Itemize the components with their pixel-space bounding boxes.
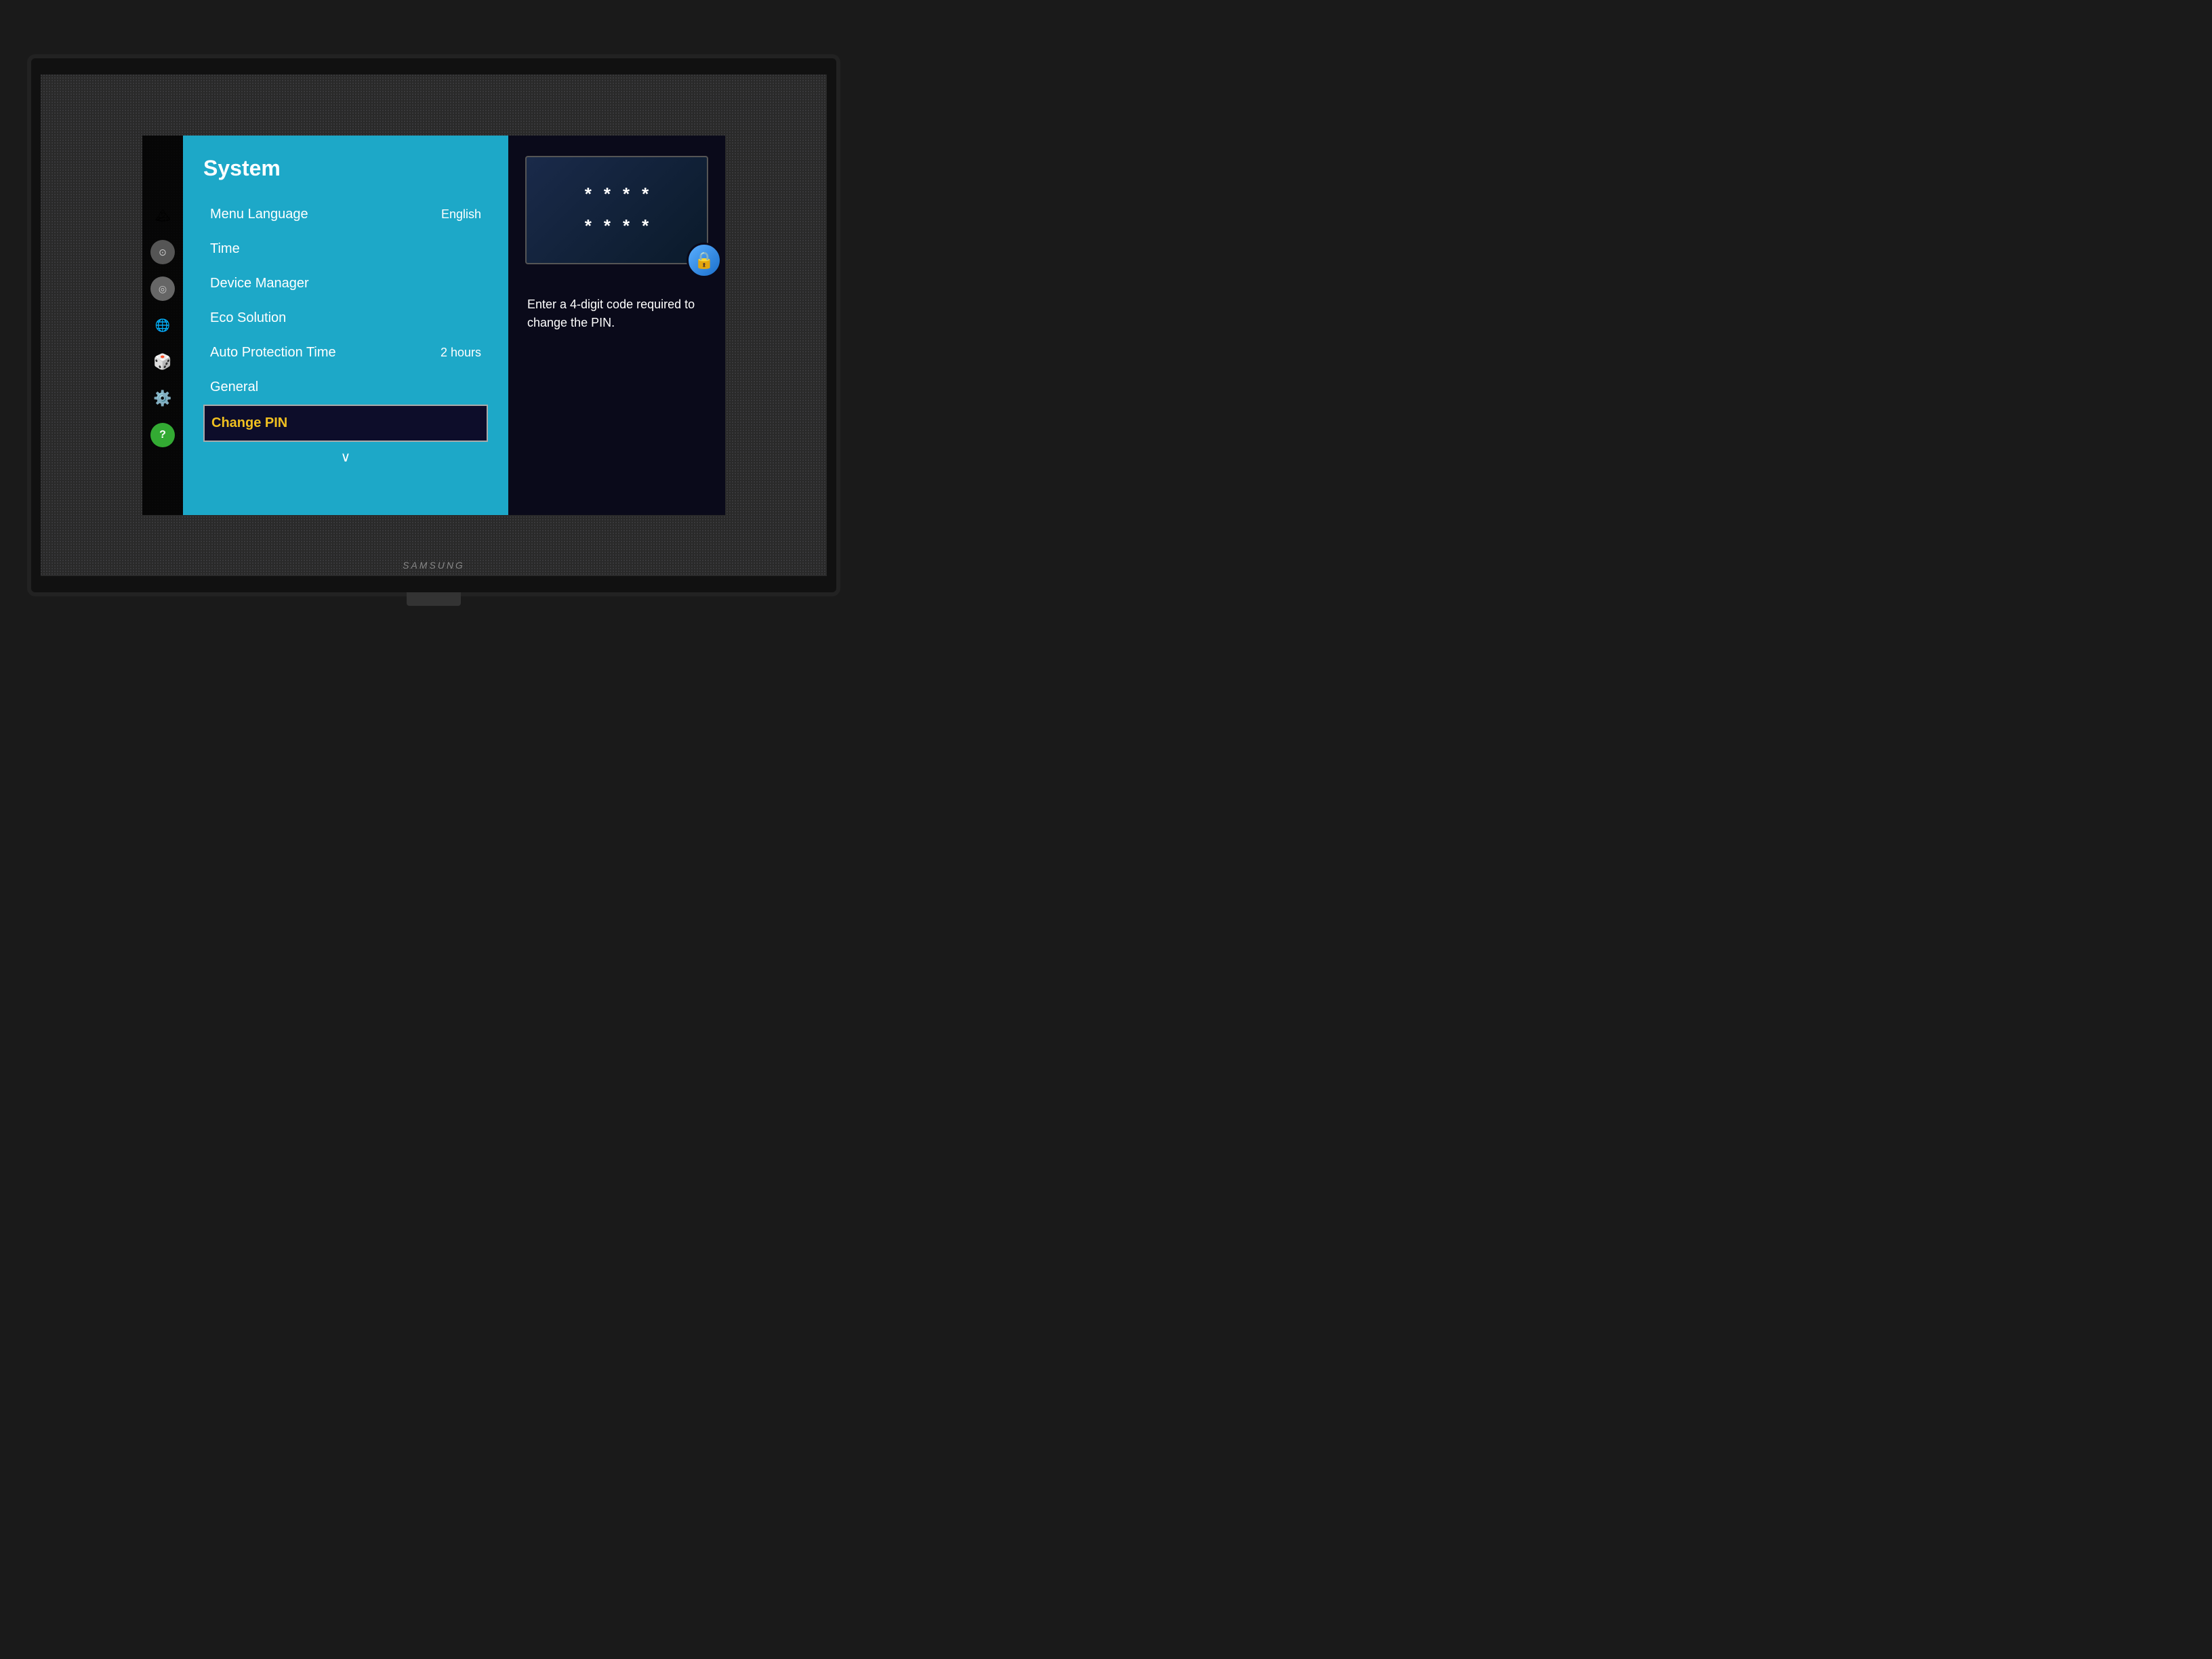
pin-panel: * * * * * * * * 🔒 Enter a 4-di bbox=[508, 136, 725, 515]
menu-item-device-manager[interactable]: Device Manager bbox=[203, 266, 488, 301]
pin-dot-8: * bbox=[642, 216, 649, 237]
flag-icon[interactable]: 🏔 bbox=[150, 203, 175, 228]
pin-dot-2: * bbox=[604, 184, 611, 205]
menu-title: System bbox=[203, 156, 488, 181]
scroll-down-arrow: ∨ bbox=[203, 449, 488, 466]
pin-dots-row-2: * * * * bbox=[585, 216, 649, 237]
menu-label-time: Time bbox=[210, 241, 240, 257]
pin-description: Enter a 4-digit code required to change … bbox=[525, 295, 709, 332]
menu-value-auto-protection: 2 hours bbox=[441, 346, 481, 360]
menu-item-time[interactable]: Time bbox=[203, 232, 488, 266]
pin-dot-3: * bbox=[623, 184, 630, 205]
help-icon[interactable]: ? bbox=[150, 423, 175, 447]
pin-display-box: * * * * * * * * 🔒 bbox=[525, 156, 708, 264]
menu-item-eco-solution[interactable]: Eco Solution bbox=[203, 301, 488, 335]
menu-item-change-pin[interactable]: Change PIN bbox=[203, 405, 488, 442]
gear-icon[interactable]: ⚙️ bbox=[150, 386, 175, 411]
pin-dot-4: * bbox=[642, 184, 649, 205]
menu-label-general: General bbox=[210, 380, 258, 395]
menu-item-general[interactable]: General bbox=[203, 370, 488, 405]
menu-label-auto-protection: Auto Protection Time bbox=[210, 345, 336, 361]
tv-stand bbox=[407, 592, 461, 606]
pin-dot-7: * bbox=[623, 216, 630, 237]
mic-icon[interactable]: ◎ bbox=[150, 276, 175, 301]
pin-dot-6: * bbox=[604, 216, 611, 237]
menu-label-device-manager: Device Manager bbox=[210, 276, 309, 291]
menu-label-eco-solution: Eco Solution bbox=[210, 310, 286, 326]
pin-dot-5: * bbox=[585, 216, 592, 237]
menu-item-language[interactable]: Menu Language English bbox=[203, 197, 488, 232]
tv-frame: 🏔 ⊙ ◎ 🌐 🎲 ⚙️ ? System Menu Language Engl… bbox=[27, 54, 840, 596]
samsung-logo: SAMSUNG bbox=[403, 560, 465, 571]
menu-item-auto-protection[interactable]: Auto Protection Time 2 hours bbox=[203, 335, 488, 370]
camera-icon[interactable]: ⊙ bbox=[150, 240, 175, 264]
globe-icon[interactable]: 🌐 bbox=[150, 313, 175, 337]
pin-dots-row-1: * * * * bbox=[585, 184, 649, 205]
menu-overlay: 🏔 ⊙ ◎ 🌐 🎲 ⚙️ ? System Menu Language Engl… bbox=[142, 136, 725, 515]
menu-label-language: Menu Language bbox=[210, 207, 308, 222]
system-menu: System Menu Language English Time Device… bbox=[183, 136, 508, 515]
lock-icon: 🔒 bbox=[687, 243, 722, 278]
menu-label-change-pin: Change PIN bbox=[211, 415, 287, 431]
menu-value-language: English bbox=[441, 207, 481, 222]
sidebar: 🏔 ⊙ ◎ 🌐 🎲 ⚙️ ? bbox=[142, 136, 183, 515]
cube-icon[interactable]: 🎲 bbox=[150, 350, 175, 374]
tv-screen: 🏔 ⊙ ◎ 🌐 🎲 ⚙️ ? System Menu Language Engl… bbox=[41, 75, 827, 576]
pin-dot-1: * bbox=[585, 184, 592, 205]
